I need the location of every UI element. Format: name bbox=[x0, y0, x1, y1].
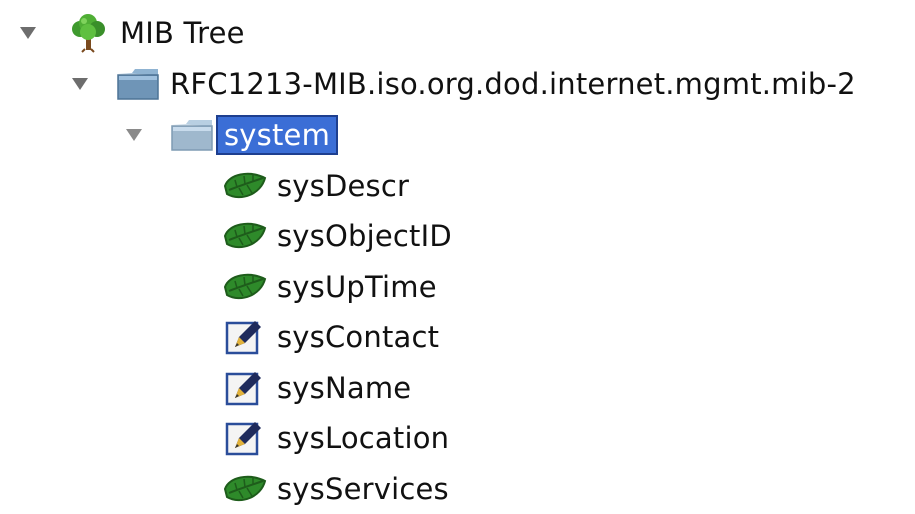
mib-tree: MIB Tree RFC1213-MIB.iso.org.dod.interne… bbox=[0, 0, 915, 506]
leaf-icon bbox=[223, 214, 267, 258]
pen-edit-icon bbox=[223, 366, 267, 410]
tree-node-rfc1213-mib[interactable]: RFC1213-MIB.iso.org.dod.internet.mgmt.mi… bbox=[0, 59, 860, 109]
tree-icon bbox=[66, 11, 110, 55]
tree-node-label: MIB Tree bbox=[120, 16, 245, 50]
tree-node-sysname[interactable]: sysName bbox=[0, 363, 415, 413]
tree-node-label: sysUpTime bbox=[277, 270, 437, 304]
tree-node-sysobjectid[interactable]: sysObjectID bbox=[0, 211, 456, 261]
expand-toggle-icon[interactable] bbox=[68, 72, 92, 96]
tree-node-sysuptime[interactable]: sysUpTime bbox=[0, 262, 441, 312]
leaf-icon bbox=[223, 164, 267, 208]
tree-node-syslocation[interactable]: sysLocation bbox=[0, 413, 453, 463]
tree-node-label: sysDescr bbox=[277, 169, 410, 203]
leaf-icon bbox=[223, 265, 267, 309]
tree-node-mib-tree[interactable]: MIB Tree bbox=[0, 8, 249, 58]
folder-icon bbox=[170, 113, 214, 157]
tree-node-label: sysObjectID bbox=[277, 219, 452, 253]
tree-node-syscontact[interactable]: sysContact bbox=[0, 312, 443, 362]
tree-node-label: sysName bbox=[277, 371, 412, 405]
pen-edit-icon bbox=[223, 315, 267, 359]
folder-icon bbox=[116, 62, 160, 106]
tree-node-label: RFC1213-MIB.iso.org.dod.internet.mgmt.mi… bbox=[170, 67, 856, 101]
expand-toggle-icon[interactable] bbox=[122, 123, 146, 147]
tree-node-label: sysContact bbox=[277, 320, 440, 354]
tree-node-sysdescr[interactable]: sysDescr bbox=[0, 161, 413, 211]
tree-node-label: sysLocation bbox=[277, 421, 450, 455]
expand-toggle-icon[interactable] bbox=[16, 21, 40, 45]
tree-node-label: system bbox=[216, 115, 339, 155]
tree-node-label: sysServices bbox=[277, 472, 449, 506]
tree-node-sysservices[interactable]: sysServices bbox=[0, 464, 453, 514]
tree-node-system[interactable]: system bbox=[0, 110, 339, 160]
leaf-icon bbox=[223, 467, 267, 511]
pen-edit-icon bbox=[223, 416, 267, 460]
